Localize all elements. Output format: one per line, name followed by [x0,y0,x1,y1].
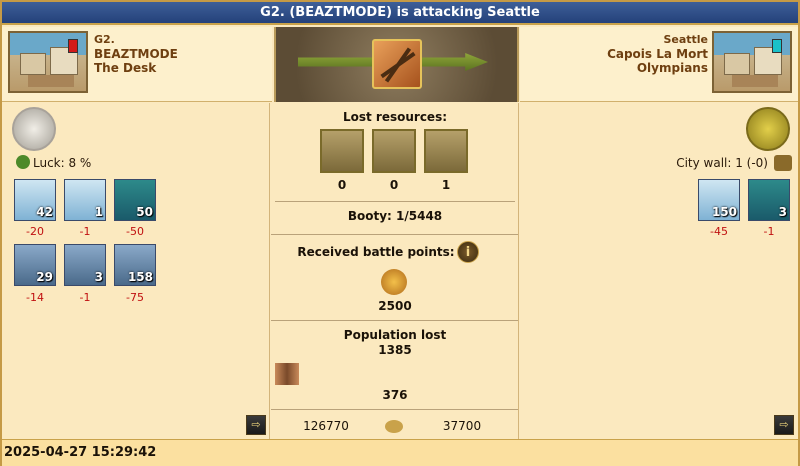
luck-text: Luck: 8 % [33,156,92,170]
unit-loss: -1 [79,291,91,304]
unit-count: 3 [778,205,787,219]
attack-banner [274,27,519,102]
defender-city-image[interactable] [712,31,792,93]
divider [275,201,515,202]
population-icon [275,363,299,385]
attacker-unit-5[interactable]: 158 [114,244,156,286]
city-wall-indicator: City wall: 1 (-0) [676,155,792,171]
attacker-header: G2. BEAZTMODE The Desk [2,27,272,102]
unit-count: 3 [94,270,103,284]
catapult-icon [774,155,792,171]
attacker-panel: Luck: 8 % 42 -20 1 -1 50 -50 29 -14 3 -1… [2,103,270,439]
res-row1-left: 126770 [303,419,349,433]
attacker-flag-icon [68,39,78,53]
attacker-names: G2. BEAZTMODE The Desk [94,33,178,75]
battle-points-label: Received battle points: [297,245,455,259]
divider [271,320,518,321]
defender-panel: City wall: 1 (-0) 150 -45 3 -1 ⇨ [520,103,798,439]
divider [271,234,518,235]
defender-unit-1[interactable]: 3 [748,179,790,221]
unit-count: 1 [94,205,103,219]
silver-icon [424,129,468,173]
unit-loss: -1 [763,225,775,238]
unit-count: 150 [711,205,737,219]
unit-loss: -1 [79,225,91,238]
attacker-city-image[interactable] [8,31,88,93]
defender-alliance-name[interactable]: Olympians [607,61,708,75]
luck-indicator: Luck: 8 % [16,155,91,170]
battle-report-window: G2. (BEAZTMODE) is attacking Seattle G2.… [0,0,800,466]
city-wall-text: City wall: 1 (-0) [676,156,768,170]
battle-summary-panel: Lost resources: 0 0 1 Booty: 1/5448 Rece… [271,103,519,439]
unit-loss: -14 [26,291,44,304]
res-row1-right: 37700 [442,419,482,433]
spear-attack-icon [372,39,422,89]
attacker-alliance-name[interactable]: The Desk [94,61,178,75]
defender-flag-icon [772,39,782,53]
stone-value: 0 [389,178,399,192]
info-icon[interactable]: i [457,241,479,263]
unit-count: 50 [136,205,153,219]
population-lost-label: Population lost [343,328,447,342]
unit-count: 42 [36,205,53,219]
window-title: G2. (BEAZTMODE) is attacking Seattle [2,2,798,25]
unit-loss: -50 [126,225,144,238]
attacker-hero-icon[interactable] [12,107,56,151]
silver-value: 1 [441,178,451,192]
clover-icon [16,155,30,169]
booty-text: Booty: 1/5448 [347,209,443,223]
unit-loss: -20 [26,225,44,238]
attacker-city-name[interactable]: G2. [94,33,178,47]
defender-details-button[interactable]: ⇨ [774,415,794,435]
city-wall-icon[interactable] [746,107,790,151]
defender-player-name[interactable]: Capois La Mort [607,47,708,61]
stone-icon [372,129,416,173]
gold-coins-icon [385,420,403,433]
defender-unit-0[interactable]: 150 [698,179,740,221]
unit-count: 158 [127,270,153,284]
population-lost-value: 1385 [378,343,412,357]
attacker-player-name[interactable]: BEAZTMODE [94,47,178,61]
attacker-unit-0[interactable]: 42 [14,179,56,221]
divider [271,409,518,410]
defender-names: Seattle Capois La Mort Olympians [607,33,708,75]
attacker-unit-4[interactable]: 3 [64,244,106,286]
attacker-details-button[interactable]: ⇨ [246,415,266,435]
wood-value: 0 [337,178,347,192]
defender-city-name[interactable]: Seattle [607,33,708,47]
unit-loss: -45 [710,225,728,238]
attacker-unit-3[interactable]: 29 [14,244,56,286]
attacker-unit-1[interactable]: 1 [64,179,106,221]
unit-loss: -75 [126,291,144,304]
attacker-unit-2[interactable]: 50 [114,179,156,221]
wood-icon [320,129,364,173]
battle-points-value: 2500 [378,299,412,313]
crossed-swords-icon [381,269,407,295]
defender-header: Seattle Capois La Mort Olympians [520,27,798,102]
population-value: 376 [382,388,408,402]
unit-count: 29 [36,270,53,284]
report-timestamp: 2025-04-27 15:29:42 [2,439,798,466]
lost-resources-label: Lost resources: [342,110,448,124]
